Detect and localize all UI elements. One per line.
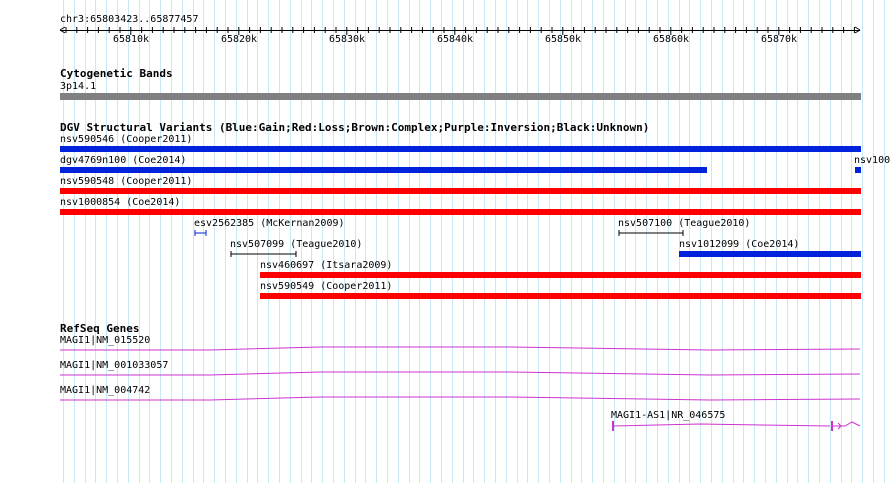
gene-model-tail <box>833 421 861 427</box>
gene-model-nm-001033057 <box>60 371 861 376</box>
gene-exon <box>612 421 614 431</box>
genome-browser-view[interactable]: chr3:65803423..65877457 65810k 65820k 65… <box>0 0 890 483</box>
gene-exon <box>831 421 833 431</box>
gene-model-nm-015520 <box>60 346 861 351</box>
track-glyph-layer <box>59 26 861 431</box>
gene-model-nm-004742 <box>60 396 861 401</box>
ruler-arrowheads <box>59 26 861 34</box>
gene-model-nr-046575 <box>612 423 831 427</box>
